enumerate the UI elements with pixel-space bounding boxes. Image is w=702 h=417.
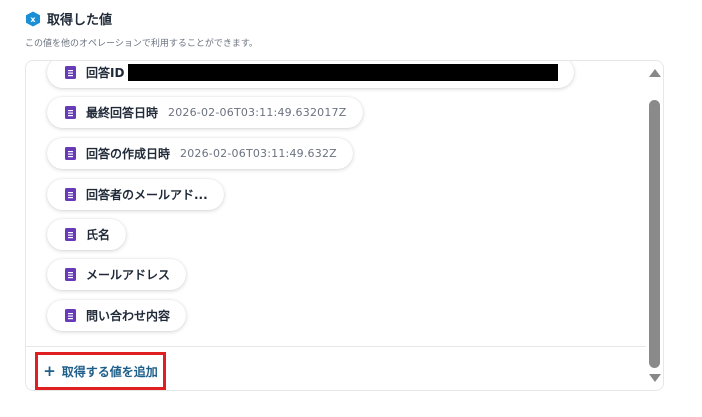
scrollbar[interactable] xyxy=(645,61,663,390)
chip-label: 回答ID xyxy=(86,66,125,80)
section-title: 取得した値 xyxy=(47,13,113,28)
scroll-down-arrow-icon[interactable] xyxy=(649,374,661,382)
chip-label: 回答の作成日時 xyxy=(86,147,171,161)
google-forms-icon xyxy=(65,309,76,322)
value-chip-created-at[interactable]: 回答の作成日時 2026-02-06T03:11:49.632Z xyxy=(47,138,353,169)
chip-label: メールアドレス xyxy=(86,268,171,282)
values-panel: 回答ID 最終回答日時 2026-02-06T03:11:49.632017Z … xyxy=(25,60,664,391)
chip-label: 問い合わせ内容 xyxy=(86,309,171,323)
section-subtitle: この値を他のオペレーションで利用することができます。 xyxy=(25,39,258,49)
google-forms-icon xyxy=(65,188,76,201)
chip-label: 最終回答日時 xyxy=(86,106,159,120)
redacted-value xyxy=(128,64,559,81)
scroll-up-arrow-icon[interactable] xyxy=(649,69,661,77)
value-chip-email[interactable]: メールアドレス xyxy=(47,259,187,290)
yoom-hexagon-icon: x xyxy=(25,11,41,27)
chip-value: 2026-02-06T03:11:49.632017Z xyxy=(168,106,347,119)
google-forms-icon xyxy=(65,66,76,79)
chip-value: 2026-02-06T03:11:49.632Z xyxy=(180,147,337,160)
google-forms-icon xyxy=(65,228,76,241)
svg-text:x: x xyxy=(30,15,36,24)
divider xyxy=(26,346,646,347)
value-chip-name[interactable]: 氏名 xyxy=(47,219,127,250)
google-forms-icon xyxy=(65,147,76,160)
section-header: x 取得した値 xyxy=(25,9,112,28)
chip-label: 回答者のメールアド... xyxy=(86,188,208,202)
value-chip-respondent-email[interactable]: 回答者のメールアド... xyxy=(47,179,224,210)
google-forms-icon xyxy=(65,268,76,281)
add-value-label: 取得する値を追加 xyxy=(61,364,158,379)
chip-label: 氏名 xyxy=(86,228,111,242)
value-chip-inquiry[interactable]: 問い合わせ内容 xyxy=(47,300,187,331)
plus-icon: + xyxy=(43,361,56,380)
value-chip-answer-id[interactable]: 回答ID xyxy=(47,61,575,88)
scrollbar-thumb[interactable] xyxy=(649,100,660,368)
value-chip-last-answered[interactable]: 最終回答日時 2026-02-06T03:11:49.632017Z xyxy=(47,97,363,128)
google-forms-icon xyxy=(65,106,76,119)
add-value-button[interactable]: + 取得する値を追加 xyxy=(35,352,166,390)
